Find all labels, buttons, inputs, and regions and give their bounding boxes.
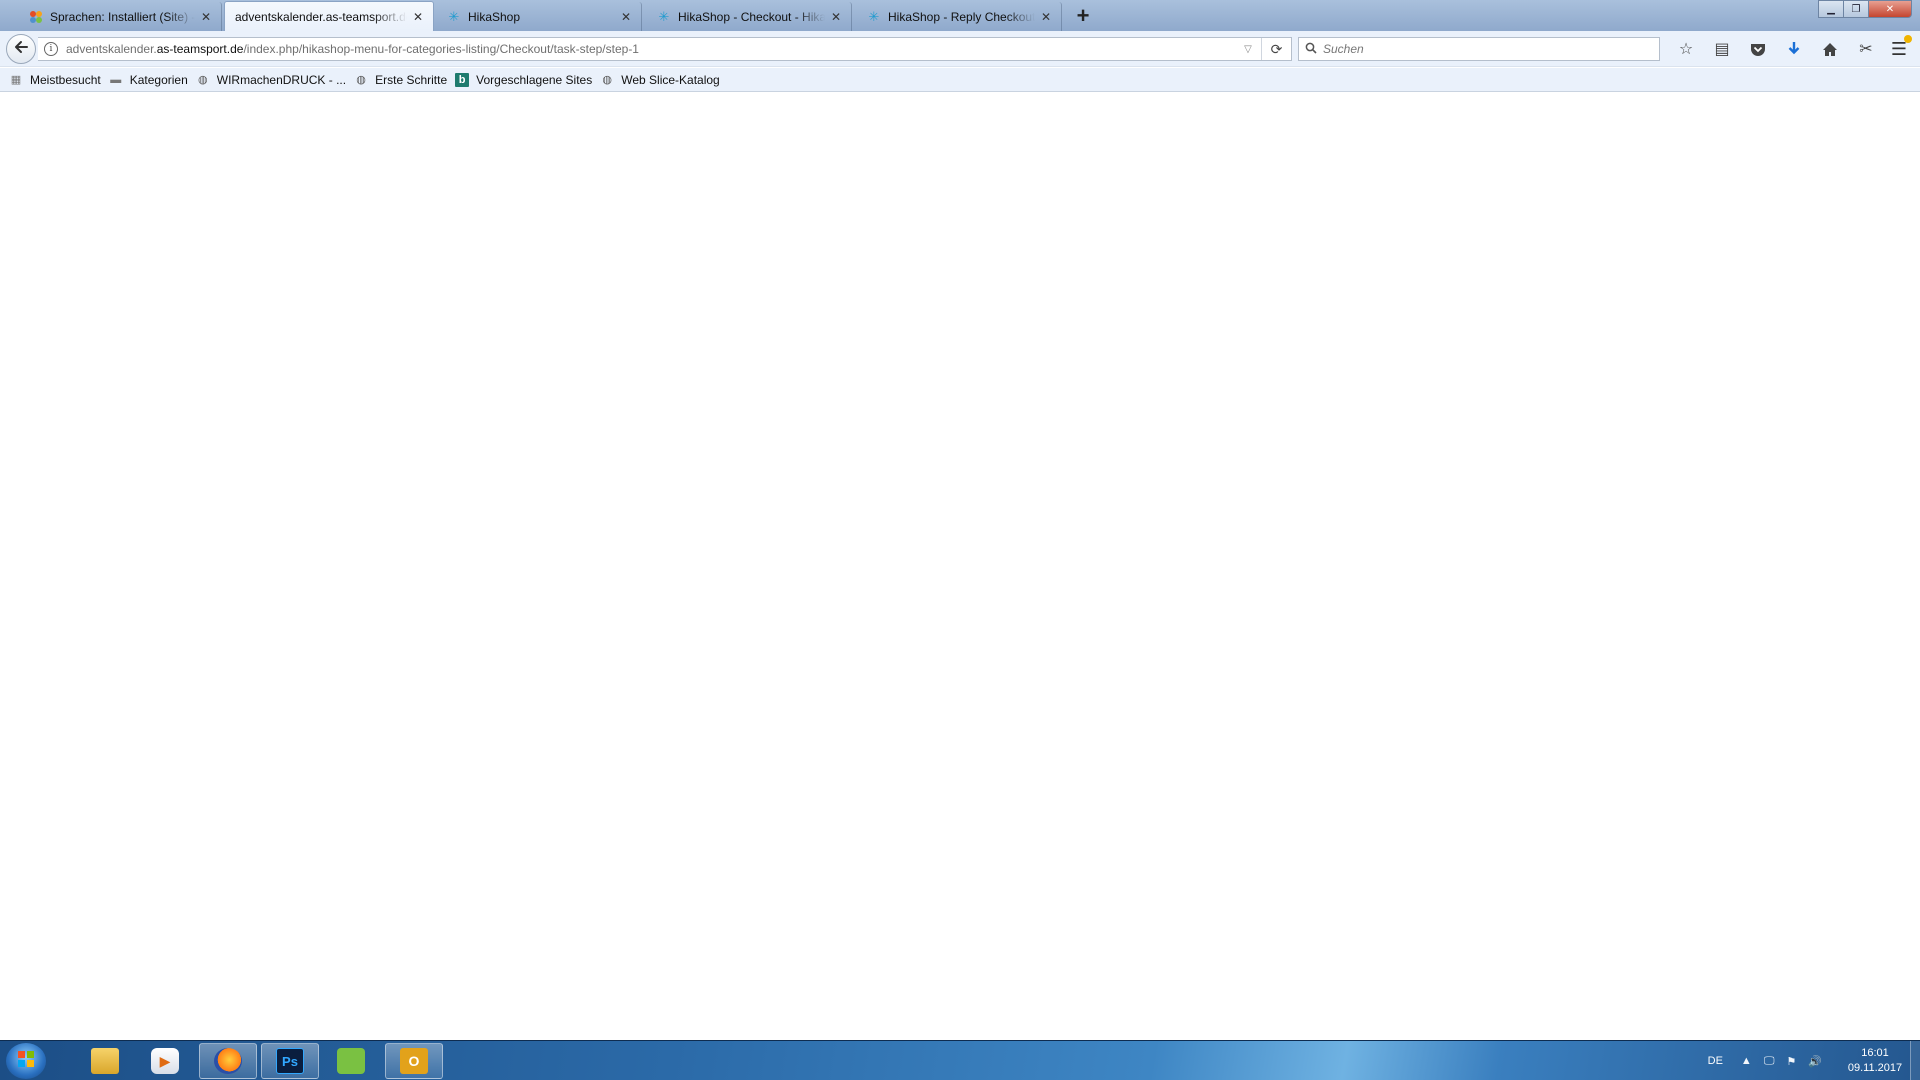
tab-hikashop-reply[interactable]: ✳ HikaShop - Reply Checkout - ✕ xyxy=(856,2,1062,31)
bookmark-wirmachendruck[interactable]: ◍ WIRmachenDRUCK - ... xyxy=(196,73,346,87)
menu-button[interactable]: ☰ xyxy=(1884,35,1914,61)
clock-date: 09.11.2017 xyxy=(1847,1062,1903,1074)
star-icon[interactable]: ☆ xyxy=(1668,37,1704,61)
bookmarks-toolbar: ▦ Meistbesucht ▬ Kategorien ◍ WIRmachenD… xyxy=(0,68,1920,92)
start-button[interactable] xyxy=(6,1043,46,1079)
folder-icon: ▬ xyxy=(110,73,122,86)
tab-title: HikaShop xyxy=(468,9,521,24)
url-host: as-teamsport.de xyxy=(156,42,244,56)
tab-adventskalender[interactable]: adventskalender.as-teamsport.de ✕ xyxy=(224,1,434,31)
show-desktop-button[interactable] xyxy=(1910,1041,1920,1080)
close-tab-icon[interactable]: ✕ xyxy=(411,10,425,24)
joomla-icon xyxy=(28,9,44,25)
windows-logo-icon xyxy=(17,1050,35,1073)
reload-icon[interactable]: ⟳ xyxy=(1261,38,1291,60)
bookmark-kategorien[interactable]: ▬ Kategorien xyxy=(109,73,188,87)
taskbar-app-outlook[interactable]: O xyxy=(385,1043,443,1079)
taskbar: ▶ Ps O DE ▲ 🖵 ⚑ 🔊 16:01 09.11.2017 xyxy=(0,1040,1920,1080)
network-icon[interactable]: 🖵 xyxy=(1764,1055,1775,1068)
bookmark-label: Vorgeschlagene Sites xyxy=(476,72,593,87)
folder-icon xyxy=(91,1048,119,1074)
taskbar-app-notepad-plus[interactable] xyxy=(322,1043,380,1079)
search-icon xyxy=(1299,42,1323,57)
navigation-toolbar: i adventskalender.as-teamsport.de/index.… xyxy=(0,31,1920,67)
hikashop-icon: ✳ xyxy=(868,8,880,24)
hikashop-icon: ✳ xyxy=(658,8,670,24)
bing-icon: b xyxy=(455,72,470,87)
bookmark-label: Erste Schritte xyxy=(375,72,448,87)
clock-time: 16:01 xyxy=(1861,1047,1889,1059)
home-icon[interactable] xyxy=(1812,37,1848,61)
tab-title: Sprachen: Installiert (Site) - A xyxy=(50,9,195,24)
hikashop-icon: ✳ xyxy=(448,8,460,24)
taskbar-app-explorer[interactable] xyxy=(76,1043,134,1079)
bookmark-label: Web Slice-Katalog xyxy=(621,72,720,87)
tab-sprachen[interactable]: Sprachen: Installiert (Site) - A ✕ xyxy=(18,2,222,31)
tab-title: HikaShop - Reply Checkout - xyxy=(888,9,1035,24)
globe-icon: ◍ xyxy=(197,74,208,86)
close-window-icon[interactable]: ✕ xyxy=(1868,0,1912,18)
url-bar[interactable]: i adventskalender.as-teamsport.de/index.… xyxy=(38,37,1292,61)
new-tab-button[interactable]: + xyxy=(1070,3,1096,28)
firefox-icon xyxy=(214,1048,242,1074)
close-tab-icon[interactable]: ✕ xyxy=(1039,10,1053,24)
close-tab-icon[interactable]: ✕ xyxy=(619,10,633,24)
url-text[interactable]: adventskalender.as-teamsport.de/index.ph… xyxy=(66,42,1235,56)
bookmark-meistbesucht[interactable]: ▦ Meistbesucht xyxy=(9,73,101,87)
minimize-icon[interactable]: ▁ xyxy=(1818,0,1844,18)
toolbar-icons: ☆ ▤ ✂ xyxy=(1668,37,1884,61)
bookmark-label: Kategorien xyxy=(129,72,188,87)
back-button[interactable] xyxy=(6,34,36,64)
bookmark-label: Meistbesucht xyxy=(30,72,101,87)
url-prefix: adventskalender. xyxy=(66,42,157,56)
close-tab-icon[interactable]: ✕ xyxy=(829,10,843,24)
globe-icon: ◍ xyxy=(356,74,366,86)
media-player-icon: ▶ xyxy=(151,1048,179,1074)
download-icon[interactable] xyxy=(1776,37,1812,61)
update-badge-icon xyxy=(1904,35,1912,43)
taskbar-app-media-player[interactable]: ▶ xyxy=(136,1043,194,1079)
window-controls: ▁ ❐ ✕ xyxy=(1818,0,1912,18)
url-path: /index.php/hikashop-menu-for-categories-… xyxy=(243,42,639,56)
globe-icon: ◍ xyxy=(602,74,613,86)
restore-icon[interactable]: ❐ xyxy=(1843,0,1869,18)
notepad-plus-icon xyxy=(337,1048,365,1074)
clock[interactable]: 16:01 09.11.2017 xyxy=(1844,1046,1906,1076)
volume-icon[interactable]: 🔊 xyxy=(1808,1055,1822,1068)
bookmark-vorgeschlagene-sites[interactable]: b Vorgeschlagene Sites xyxy=(455,72,593,87)
bookmark-label: WIRmachenDRUCK - ... xyxy=(216,72,347,87)
arrow-left-icon xyxy=(13,39,29,60)
search-bar[interactable] xyxy=(1298,37,1660,61)
pocket-icon[interactable] xyxy=(1740,37,1776,61)
show-hidden-icons-icon[interactable]: ▲ xyxy=(1741,1055,1752,1067)
site-info-icon[interactable]: i xyxy=(44,42,58,56)
close-tab-icon[interactable]: ✕ xyxy=(199,10,213,24)
photoshop-icon: Ps xyxy=(276,1048,304,1074)
history-dropdown-icon[interactable]: ▽ xyxy=(1235,44,1261,55)
most-visited-icon: ▦ xyxy=(10,74,22,86)
tab-hikashop-checkout[interactable]: ✳ HikaShop - Checkout - HikaS ✕ xyxy=(646,2,852,31)
bookmark-web-slice-katalog[interactable]: ◍ Web Slice-Katalog xyxy=(600,72,720,87)
search-input[interactable] xyxy=(1323,42,1643,56)
taskbar-app-firefox[interactable] xyxy=(199,1043,257,1079)
reading-list-icon[interactable]: ▤ xyxy=(1704,37,1740,61)
system-tray: DE ▲ 🖵 ⚑ 🔊 16:01 09.11.2017 xyxy=(1708,1041,1906,1080)
bookmark-erste-schritte[interactable]: ◍ Erste Schritte xyxy=(354,73,447,87)
tab-hikashop[interactable]: ✳ HikaShop ✕ xyxy=(436,2,642,31)
outlook-icon: O xyxy=(400,1048,428,1074)
action-center-flag-icon[interactable]: ⚑ xyxy=(1786,1055,1796,1068)
tab-title: HikaShop - Checkout - HikaS xyxy=(678,9,825,24)
screenshot-tool-icon[interactable]: ✂ xyxy=(1848,37,1884,61)
page-content xyxy=(0,93,1920,1040)
tab-title: adventskalender.as-teamsport.de xyxy=(235,9,407,24)
tab-strip: Sprachen: Installiert (Site) - A ✕ adven… xyxy=(0,0,1920,31)
taskbar-app-photoshop[interactable]: Ps xyxy=(261,1043,319,1079)
language-indicator[interactable]: DE xyxy=(1708,1055,1723,1067)
